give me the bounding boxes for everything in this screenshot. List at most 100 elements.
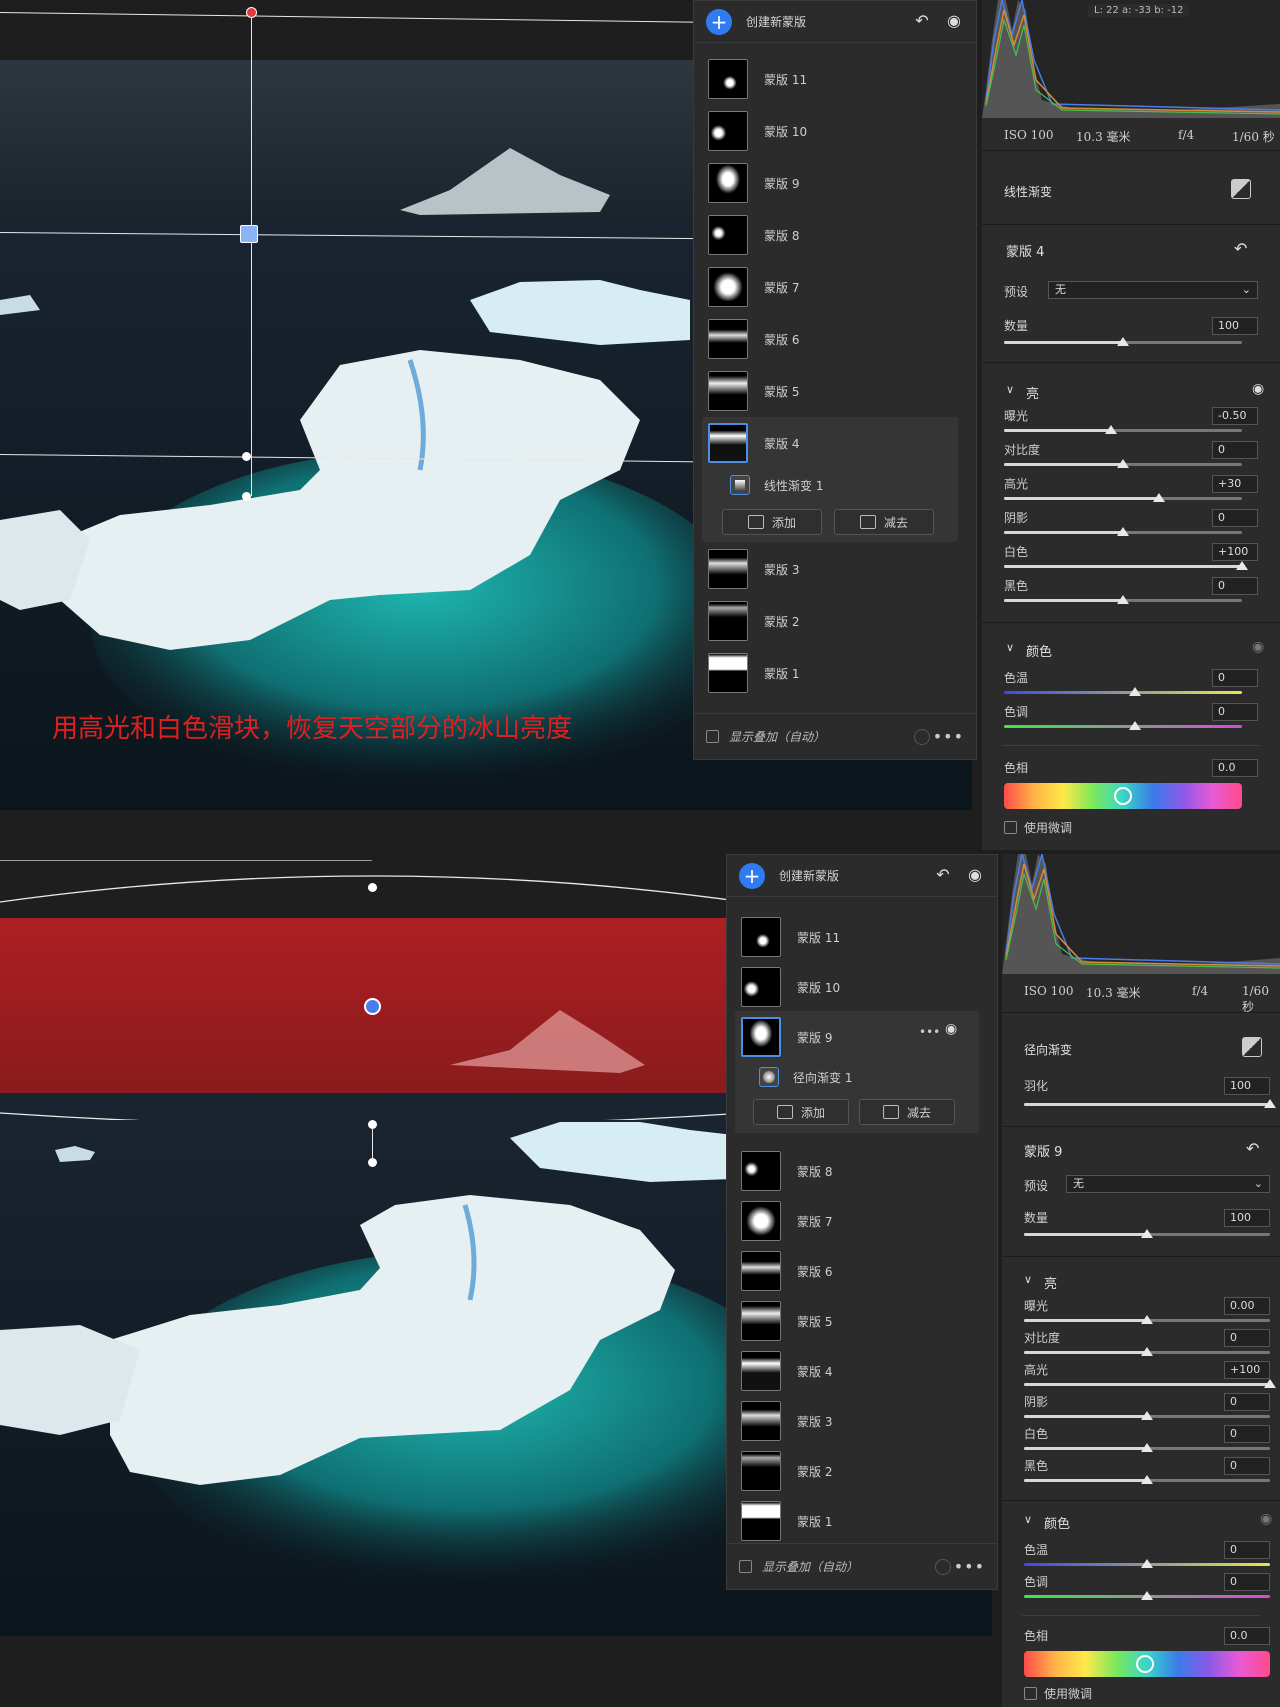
temp-slider-knob[interactable] xyxy=(1129,687,1141,696)
mask-list-item[interactable]: 蒙版 7 xyxy=(741,1199,832,1243)
gradient-axis-line[interactable] xyxy=(251,12,252,496)
show-overlay-checkbox[interactable] xyxy=(739,1560,752,1573)
mask-list-item[interactable]: 蒙版 9 xyxy=(708,161,799,205)
mask-list-item[interactable]: 蒙版 6 xyxy=(741,1249,832,1293)
temp-value[interactable]: 0 xyxy=(1224,1541,1270,1559)
hue-value[interactable]: 0.0 xyxy=(1212,759,1258,777)
radial-center-handle[interactable] xyxy=(364,998,381,1015)
light-slider-value[interactable]: 0 xyxy=(1224,1457,1270,1475)
light-slider-value[interactable]: 0 xyxy=(1212,441,1258,459)
amount-value[interactable]: 100 xyxy=(1224,1209,1270,1227)
hue-slider-knob[interactable] xyxy=(1114,787,1132,805)
slider-knob[interactable] xyxy=(1117,595,1129,604)
hue-slider-knob[interactable] xyxy=(1136,1655,1154,1673)
mask-more-icon[interactable]: ••• xyxy=(919,1025,940,1039)
mask-list-item[interactable]: 蒙版 11 xyxy=(708,57,807,101)
temp-value[interactable]: 0 xyxy=(1212,669,1258,687)
gradient-rotate-handle[interactable] xyxy=(246,7,257,18)
reset-mask-icon[interactable]: ↶ xyxy=(1234,239,1247,258)
mask-list-item[interactable]: 蒙版 2 xyxy=(741,1449,832,1493)
mask-list-item[interactable]: 蒙版 4 xyxy=(741,1349,832,1393)
slider-knob[interactable] xyxy=(1152,493,1165,502)
slider-knob[interactable] xyxy=(1141,1229,1153,1238)
amount-value[interactable]: 100 xyxy=(1212,317,1258,335)
invert-mask-icon[interactable] xyxy=(1242,1037,1262,1057)
temp-slider[interactable] xyxy=(1004,691,1242,694)
collapse-light-icon[interactable]: ∨ xyxy=(1006,383,1014,396)
add-button[interactable]: 添加 xyxy=(753,1099,849,1125)
show-overlay-checkbox[interactable] xyxy=(706,730,719,743)
overlay-color-icon[interactable] xyxy=(914,729,930,745)
light-slider-value[interactable]: +100 xyxy=(1212,543,1258,561)
tint-value[interactable]: 0 xyxy=(1212,703,1258,721)
slider-knob[interactable] xyxy=(1264,1099,1276,1108)
gradient-end-handle[interactable] xyxy=(242,492,251,501)
preset-select[interactable]: 无 ⌄ xyxy=(1066,1175,1270,1193)
tint-slider-knob[interactable] xyxy=(1129,721,1141,730)
collapse-color-icon[interactable]: ∨ xyxy=(1024,1513,1032,1526)
color-eye-icon[interactable]: ◉ xyxy=(1260,1511,1272,1527)
reset-icon[interactable]: ↶ xyxy=(933,865,953,885)
temp-slider-knob[interactable] xyxy=(1141,1559,1153,1568)
create-mask-button[interactable]: + xyxy=(706,8,732,35)
subtract-button[interactable]: 减去 xyxy=(834,509,934,535)
color-eye-icon[interactable]: ◉ xyxy=(1252,639,1264,655)
feather-value[interactable]: 100 xyxy=(1224,1077,1270,1095)
tint-slider[interactable] xyxy=(1004,725,1242,728)
fine-adjust-checkbox[interactable] xyxy=(1004,821,1017,834)
mask-list-item[interactable]: 蒙版 3 xyxy=(741,1399,832,1443)
light-slider-value[interactable]: 0 xyxy=(1224,1425,1270,1443)
tint-slider-knob[interactable] xyxy=(1141,1591,1153,1600)
mask-panel-top[interactable]: + 创建新蒙版 ↶ ◉ 蒙版 11 蒙版 10 蒙版 9 蒙版 8 蒙版 7 蒙版 6 蒙版… xyxy=(693,0,977,760)
tint-value[interactable]: 0 xyxy=(1224,1573,1270,1591)
preset-select[interactable]: 无 ⌄ xyxy=(1048,281,1258,299)
more-options-icon[interactable]: ••• xyxy=(954,1557,985,1576)
light-slider-value[interactable]: 0 xyxy=(1212,509,1258,527)
slider-knob[interactable] xyxy=(1264,1379,1276,1388)
mask-list-item[interactable]: 蒙版 5 xyxy=(708,369,799,413)
mask-list-item[interactable]: 蒙版 2 xyxy=(708,599,799,643)
mask-eye-icon[interactable]: ◉ xyxy=(945,1021,957,1037)
light-slider-value[interactable]: +30 xyxy=(1212,475,1258,493)
mask-list-item[interactable]: 蒙版 6 xyxy=(708,317,799,361)
light-slider-value[interactable]: +100 xyxy=(1224,1361,1270,1379)
reset-icon[interactable]: ↶ xyxy=(912,11,932,31)
mask-list-item[interactable]: 蒙版 4 xyxy=(708,421,799,465)
more-options-icon[interactable]: ••• xyxy=(933,727,964,746)
light-slider-value[interactable]: 0 xyxy=(1212,577,1258,595)
slider-knob[interactable] xyxy=(1141,1315,1153,1324)
collapse-color-icon[interactable]: ∨ xyxy=(1006,641,1014,654)
light-slider-value[interactable]: 0 xyxy=(1224,1329,1270,1347)
overlay-color-icon[interactable] xyxy=(935,1559,951,1575)
light-eye-icon[interactable]: ◉ xyxy=(1252,381,1264,397)
mask-list-item[interactable]: 蒙版 5 xyxy=(741,1299,832,1343)
light-slider-value[interactable]: -0.50 xyxy=(1212,407,1258,425)
slider-knob[interactable] xyxy=(1141,1443,1153,1452)
slider-knob[interactable] xyxy=(1117,459,1129,468)
slider-knob[interactable] xyxy=(1141,1411,1153,1420)
mask-list-item[interactable]: 蒙版 8 xyxy=(708,213,799,257)
collapse-light-icon[interactable]: ∨ xyxy=(1024,1273,1032,1286)
mask-list-item[interactable]: 蒙版 9 xyxy=(741,1015,832,1059)
slider-knob[interactable] xyxy=(1141,1347,1153,1356)
light-slider-value[interactable]: 0 xyxy=(1224,1393,1270,1411)
gradient-center-handle[interactable] xyxy=(240,225,258,243)
eye-icon[interactable]: ◉ xyxy=(965,865,985,885)
subtract-button[interactable]: 减去 xyxy=(859,1099,955,1125)
gradient-edge-handle[interactable] xyxy=(242,452,251,461)
slider-knob[interactable] xyxy=(1117,527,1129,536)
radial-top-handle[interactable] xyxy=(368,883,377,892)
eye-icon[interactable]: ◉ xyxy=(944,11,964,31)
mask-list-item[interactable]: 蒙版 8 xyxy=(741,1149,832,1193)
light-slider-value[interactable]: 0.00 xyxy=(1224,1297,1270,1315)
invert-mask-icon[interactable] xyxy=(1231,179,1251,199)
reset-mask-icon[interactable]: ↶ xyxy=(1246,1139,1259,1158)
slider-knob[interactable] xyxy=(1117,337,1129,346)
slider-knob[interactable] xyxy=(1141,1475,1153,1484)
mask-list-item[interactable]: 蒙版 10 xyxy=(708,109,807,153)
create-mask-button[interactable]: + xyxy=(739,862,765,889)
mask-component-row[interactable]: 径向渐变 1 xyxy=(759,1065,852,1089)
mask-list-item[interactable]: 蒙版 3 xyxy=(708,547,799,591)
fine-adjust-checkbox[interactable] xyxy=(1024,1687,1037,1700)
mask-list-item[interactable]: 蒙版 11 xyxy=(741,915,840,959)
